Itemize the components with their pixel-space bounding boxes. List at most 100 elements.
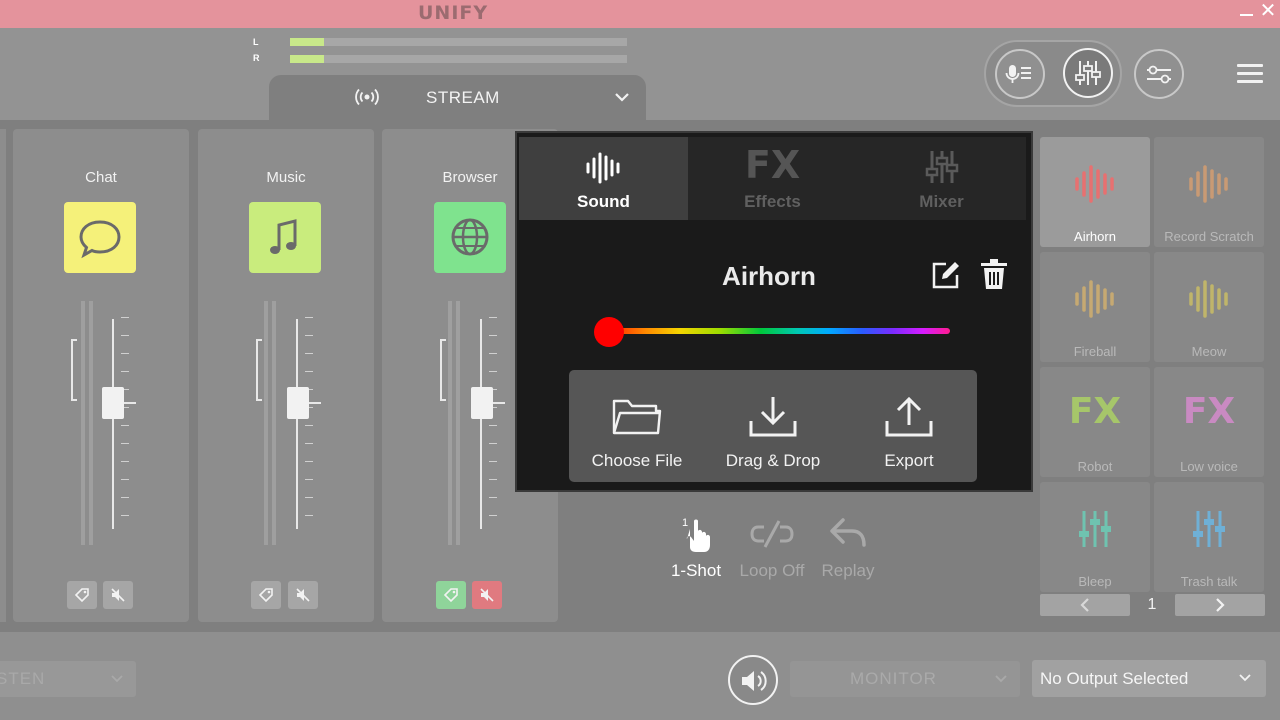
choose-file-button[interactable]: Choose File [569,370,705,482]
listen-selector[interactable]: STEN [0,661,136,697]
sound-tile[interactable]: FX Robot [1040,367,1150,477]
mixer-sliders-icon [1079,511,1111,547]
loop-off-label: Loop Off [739,561,805,580]
chevron-down-icon[interactable] [613,88,631,106]
tab-mixer[interactable]: Mixer [857,137,1026,220]
choose-file-label: Choose File [591,451,683,470]
mute-button[interactable] [472,581,502,609]
drag-drop-button[interactable]: Drag & Drop [705,370,841,482]
trash-icon[interactable] [980,258,1008,290]
next-page-button[interactable] [1175,594,1265,616]
app-logo: UNIFY [418,2,489,24]
stream-label: STREAM [426,88,500,107]
tab-effects[interactable]: FX Effects [688,137,857,220]
fader-knob[interactable] [102,387,124,419]
meter-right-fill [290,55,324,63]
edit-icon[interactable] [931,260,961,290]
sound-tile[interactable]: Trash talk [1154,482,1264,592]
channel-strip-partial [0,129,6,622]
mute-button[interactable] [288,581,318,609]
one-shot-badge: 1 [682,517,689,529]
loop-off-icon [750,520,794,548]
channel-icon-tile[interactable] [249,202,321,273]
fader-scale [489,317,497,531]
loop-toggle-button[interactable]: Loop Off [734,515,810,585]
chevron-down-icon [995,675,1007,683]
mixer-sliders-icon [925,151,959,183]
prev-page-button[interactable] [1040,594,1130,616]
close-icon[interactable]: ✕ [1258,0,1278,24]
sound-tile[interactable]: Record Scratch [1154,137,1264,247]
export-button[interactable]: Export [841,370,977,482]
sound-wave-icon [1189,280,1228,318]
file-actions: Choose File Drag & Drop Export [569,370,977,482]
fader-knob[interactable] [287,387,309,419]
sound-wave-icon [1075,280,1114,318]
meter-left-label: L [253,37,259,47]
mixer-view-button[interactable] [1063,48,1113,98]
fx-icon: FX [1182,391,1236,432]
chevron-right-icon [1216,598,1225,612]
replay-button[interactable]: Replay [810,515,886,585]
mute-icon [480,588,494,602]
drag-drop-label: Drag & Drop [725,451,821,470]
mixer-sliders-icon [1075,61,1101,85]
sound-tile[interactable]: Bleep [1040,482,1150,592]
tab-effects-label: Effects [744,192,801,211]
sound-tile[interactable]: Meow [1154,252,1264,362]
sound-tile-label: Record Scratch [1164,229,1254,244]
tab-mixer-label: Mixer [919,192,964,211]
meter-left-fill [290,38,324,46]
link-button[interactable] [251,581,281,609]
output-device-select[interactable]: No Output Selected [1032,660,1266,697]
fader-level-bracket [440,339,446,401]
chevron-left-icon [1080,598,1089,612]
chevron-down-icon [1239,674,1251,682]
monitor-label: MONITOR [850,669,937,688]
link-button[interactable] [67,581,97,609]
replay-label: Replay [821,561,875,580]
channel-strip-music: Music [198,129,374,622]
tag-icon [443,588,458,603]
link-button[interactable] [436,581,466,609]
sound-name-title: Airhorn [722,261,816,291]
sound-tile[interactable]: Airhorn [1040,137,1150,247]
tab-sound[interactable]: Sound [519,137,688,220]
page-number: 1 [1147,596,1157,613]
tab-sound-label: Sound [577,192,630,211]
channel-icon-tile[interactable] [434,202,506,273]
mute-button[interactable] [103,581,133,609]
channel-icon-tile[interactable] [64,202,136,273]
sound-wave-icon [1075,165,1114,203]
music-note-icon [270,219,297,254]
mute-icon [296,588,310,602]
one-shot-button[interactable]: 1 1-Shot [658,515,734,585]
settings-sliders-icon [1147,65,1171,84]
sound-tile-label: Trash talk [1180,574,1238,589]
speaker-icon [742,671,767,691]
sound-tile[interactable]: Fireball [1040,252,1150,362]
mic-list-button[interactable] [995,49,1045,99]
sound-wave-icon [1189,165,1228,203]
sound-wave-icon [586,152,620,184]
mixer-sliders-icon [1193,511,1225,547]
menu-icon[interactable] [1237,64,1263,84]
sound-tile[interactable]: FX Low voice [1154,367,1264,477]
fader-knob[interactable] [471,387,493,419]
export-label: Export [884,451,934,470]
minimize-icon[interactable] [1240,14,1253,16]
monitor-selector[interactable]: MONITOR [790,661,1020,697]
sound-editor-popup: Sound FX Effects Mixer Airhorn Choose Fi… [515,131,1033,492]
broadcast-icon [355,88,379,106]
mic-list-icon [1005,65,1031,83]
color-slider-track[interactable] [612,328,950,334]
settings-button[interactable] [1134,49,1184,99]
color-slider-knob[interactable] [594,317,624,347]
speaker-button[interactable] [728,655,778,705]
sound-tile-label: Low voice [1180,459,1238,474]
chat-bubble-icon [79,220,121,259]
sound-tile-label: Airhorn [1074,229,1116,244]
channel-strip-chat: Chat [13,129,189,622]
mute-icon [111,588,125,602]
fx-icon: FX [1068,391,1122,432]
